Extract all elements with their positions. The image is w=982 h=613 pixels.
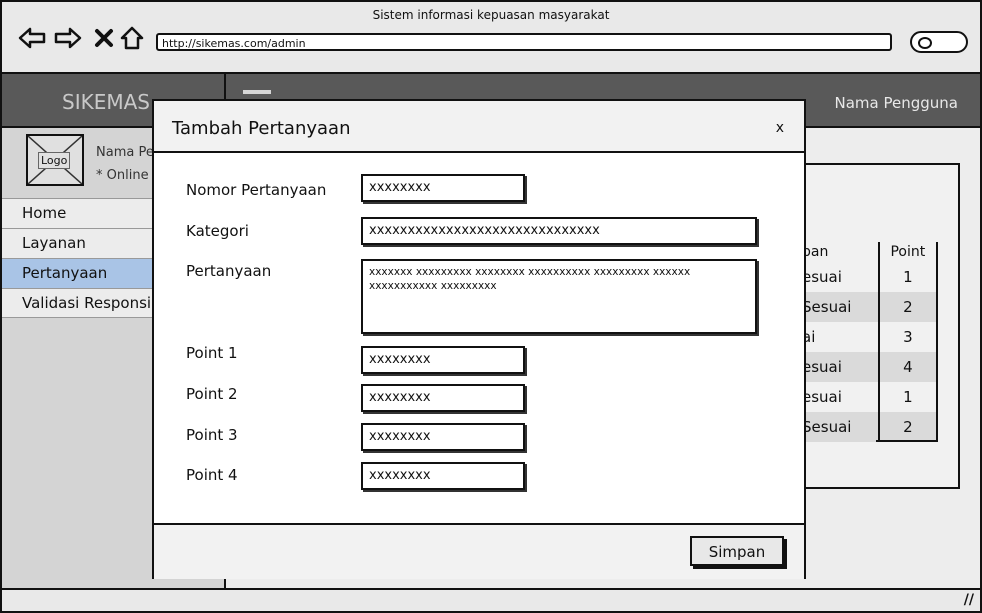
menu-toggle-icon[interactable] <box>243 90 271 94</box>
point3-input[interactable]: xxxxxxxx <box>361 423 525 451</box>
point2-input[interactable]: xxxxxxxx <box>361 384 525 412</box>
stop-close-icon[interactable] <box>90 24 118 52</box>
point4-label: Point 4 <box>186 466 238 484</box>
save-button[interactable]: Simpan <box>690 536 784 566</box>
back-arrow-icon[interactable] <box>18 24 46 52</box>
resize-grip-icon[interactable]: // <box>964 592 974 608</box>
browser-chrome: Sistem informasi kepuasan masyarakat htt… <box>2 2 980 74</box>
table-row[interactable]: esuai 1 <box>798 262 938 292</box>
table-cell: 4 <box>877 352 938 382</box>
data-table: pan Point esuai 1 Sesuai 2 ai 3 esuai 4 … <box>798 242 938 442</box>
table-cell: 1 <box>877 262 938 292</box>
window-title: Sistem informasi kepuasan masyarakat <box>372 8 610 22</box>
point1-input[interactable]: xxxxxxxx <box>361 346 525 374</box>
logo-placeholder: Logo <box>26 134 84 186</box>
table-header-row: pan Point <box>798 242 938 262</box>
table-cell: esuai <box>802 388 842 406</box>
table-cell: 2 <box>877 292 938 322</box>
table-cell: 3 <box>877 322 938 352</box>
home-icon[interactable] <box>118 24 146 52</box>
nomor-pertanyaan-label: Nomor Pertanyaan <box>186 181 327 199</box>
table-cell: esuai <box>802 358 842 376</box>
point4-input[interactable]: xxxxxxxx <box>361 462 525 490</box>
pertanyaan-label: Pertanyaan <box>186 262 272 280</box>
table-header-cell: Point <box>877 242 938 262</box>
brand-title: SIKEMAS <box>62 90 150 114</box>
modal-title: Tambah Pertanyaan <box>172 118 351 139</box>
forward-arrow-icon[interactable] <box>54 24 82 52</box>
add-question-modal: Tambah Pertanyaan x Nomor Pertanyaan xxx… <box>152 99 806 579</box>
table-border <box>876 440 938 442</box>
table-row[interactable]: Sesuai 2 <box>798 292 938 322</box>
nomor-pertanyaan-input[interactable]: xxxxxxxx <box>361 174 525 202</box>
header-user-name[interactable]: Nama Pengguna <box>835 94 958 112</box>
close-icon[interactable]: x <box>776 120 784 136</box>
table-cell: Sesuai <box>802 418 852 436</box>
kategori-input[interactable]: xxxxxxxxxxxxxxxxxxxxxxxxxxxxxx <box>361 217 757 245</box>
pertanyaan-textarea[interactable]: xxxxxxx xxxxxxxxx xxxxxxxx xxxxxxxxxx xx… <box>361 259 757 334</box>
table-row[interactable]: Sesuai 2 <box>798 412 938 442</box>
search-button[interactable] <box>910 31 968 53</box>
table-cell: ai <box>802 328 816 346</box>
status-bar <box>2 588 980 611</box>
point3-label: Point 3 <box>186 426 238 444</box>
browser-window: Sistem informasi kepuasan masyarakat htt… <box>0 0 982 613</box>
table-cell: 2 <box>877 412 938 442</box>
address-bar[interactable]: http://sikemas.com/admin <box>156 33 892 51</box>
table-row[interactable]: esuai 4 <box>798 352 938 382</box>
sidebar-user-status: * Online <box>96 168 149 183</box>
point1-label: Point 1 <box>186 344 238 362</box>
table-header-cell: pan <box>802 244 829 260</box>
modal-header: Tambah Pertanyaan x <box>154 101 804 153</box>
modal-footer: Simpan <box>154 523 804 579</box>
table-row[interactable]: esuai 1 <box>798 382 938 412</box>
kategori-label: Kategori <box>186 222 249 240</box>
search-icon <box>918 37 932 49</box>
table-cell: esuai <box>802 268 842 286</box>
table-row[interactable]: ai 3 <box>798 322 938 352</box>
logo-label: Logo <box>38 152 71 169</box>
point2-label: Point 2 <box>186 385 238 403</box>
table-cell: 1 <box>877 382 938 412</box>
table-cell: Sesuai <box>802 298 852 316</box>
